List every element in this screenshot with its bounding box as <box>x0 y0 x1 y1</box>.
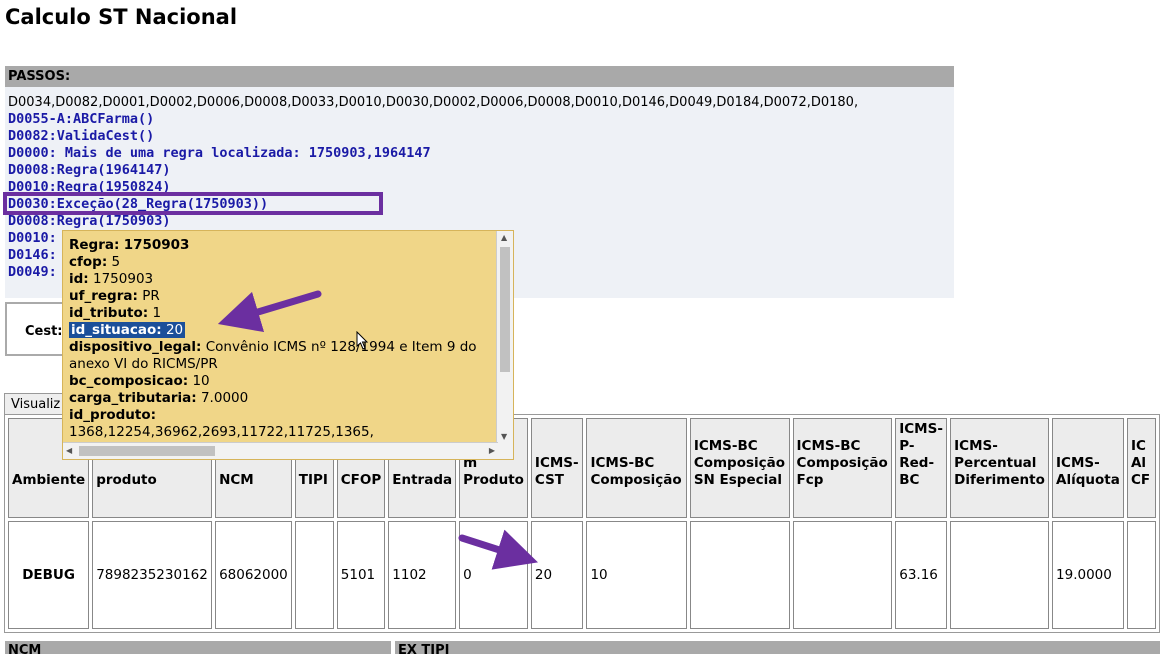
mouse-cursor-icon <box>356 331 369 350</box>
annotation-arrow-icon <box>217 290 538 570</box>
